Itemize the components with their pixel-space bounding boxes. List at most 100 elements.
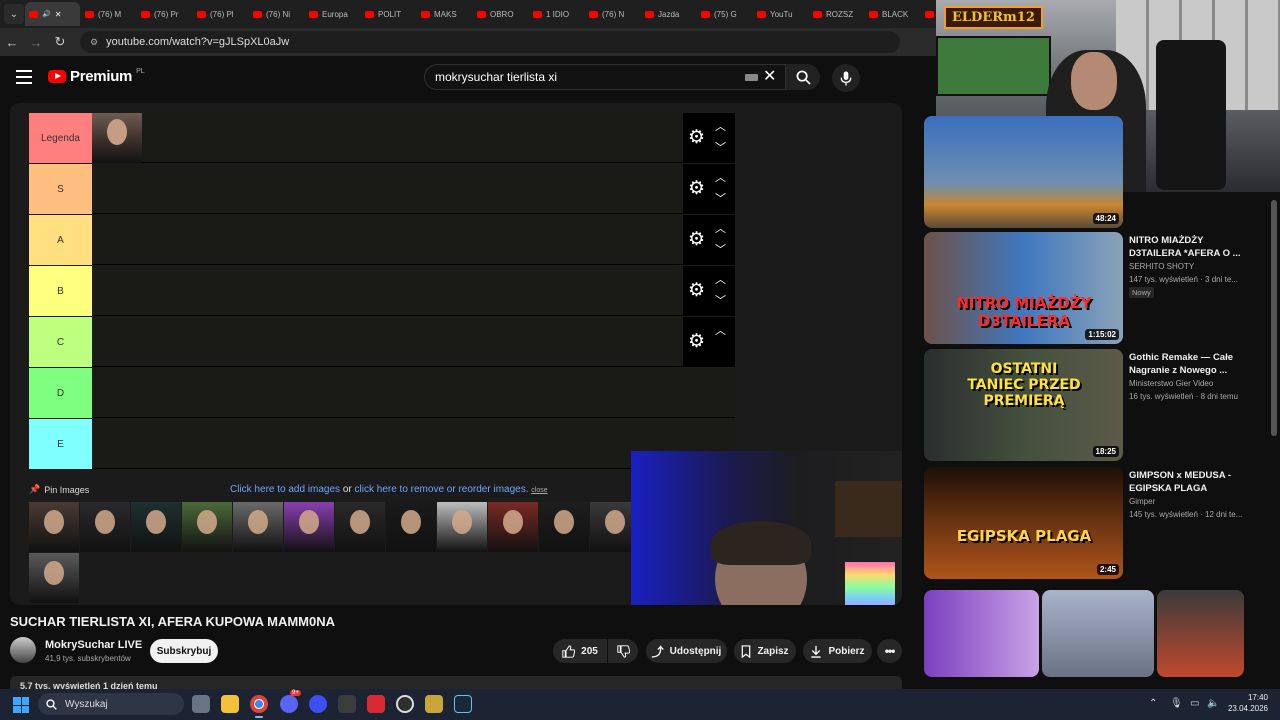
browser-tab[interactable]: YouTu [753, 2, 808, 26]
recommendation-item[interactable]: 48:24 [924, 116, 1264, 228]
tier-label[interactable]: A [29, 215, 92, 265]
task-view-icon[interactable] [192, 695, 210, 713]
short-thumb[interactable] [924, 590, 1039, 677]
video-player[interactable]: Legenda ⚙ ︿ ﹀ S ⚙ ︿ ﹀ A ⚙ ︿ ﹀ B ⚙ ︿ ﹀ C ⚙ ︿ D E 📌 Pin Images… [10, 103, 902, 605]
tray-mic-icon[interactable]: 🎙 [1170, 698, 1183, 709]
taskbar-search[interactable]: Wyszukaj [38, 693, 184, 715]
pin-images-label[interactable]: 📌 Pin Images [29, 484, 89, 495]
tier-label[interactable]: Legenda [29, 113, 92, 163]
tier-label[interactable]: S [29, 164, 92, 214]
settings-gear-icon[interactable]: ⚙ [688, 128, 705, 147]
menu-icon[interactable] [16, 70, 32, 88]
short-thumb[interactable] [1157, 590, 1244, 677]
tier-label[interactable]: E [29, 419, 92, 469]
app-red-icon[interactable] [367, 695, 385, 713]
browser-tab[interactable]: (76) M [81, 2, 136, 26]
recommendation-item[interactable]: NITRO MIAŻDŻY D3TAILERA 1:15:02 NITRO MIAŻ… [924, 232, 1264, 344]
system-clock[interactable]: 17:40 23.04.2026 [1224, 692, 1268, 714]
browser-tab[interactable]: (75) G [697, 2, 752, 26]
tier-item-portrait[interactable] [92, 113, 142, 163]
dislike-button[interactable] [608, 639, 638, 663]
browser-tab[interactable]: ROZSZ [809, 2, 864, 26]
move-down-icon[interactable]: ﹀ [715, 139, 726, 155]
app-yellow-icon[interactable] [425, 695, 443, 713]
close-link[interactable]: close [531, 487, 547, 494]
move-down-icon[interactable]: ﹀ [715, 190, 726, 206]
recommendation-channel[interactable]: Gimper [1129, 497, 1155, 506]
description-box[interactable]: 5,7 tys. wyświetleń 1 dzień temu [10, 676, 902, 690]
share-button[interactable]: ⤴ Udostępnij [646, 639, 727, 663]
keyboard-icon[interactable] [745, 74, 758, 81]
browser-tab[interactable]: Europa [305, 2, 360, 26]
recommendation-title[interactable]: GIMPSON x MEDUSA - EGIPSKA PLAGA [1129, 469, 1249, 495]
tier-label[interactable]: B [29, 266, 92, 316]
settings-gear-icon[interactable]: ⚙ [688, 281, 705, 300]
more-actions-button[interactable]: ••• [877, 639, 902, 663]
save-button[interactable]: Zapisz [734, 639, 796, 663]
steam-icon[interactable] [454, 695, 472, 713]
browser-tab[interactable]: MAKS [417, 2, 472, 26]
search-input[interactable]: mokrysuchar tierlista xi [424, 64, 786, 90]
obs-icon[interactable] [396, 695, 414, 713]
short-thumb[interactable] [1042, 590, 1154, 677]
pool-image[interactable] [488, 502, 538, 552]
add-images-link[interactable]: Click here to add images [230, 484, 340, 495]
browser-tab[interactable]: Jazda [641, 2, 696, 26]
settings-gear-icon[interactable]: ⚙ [688, 179, 705, 198]
pool-image[interactable] [29, 502, 79, 552]
xbox-icon[interactable] [338, 695, 356, 713]
video-thumbnail[interactable]: OSTATNI TANIEC PRZED PREMIERĄ 18:25 [924, 349, 1123, 461]
pool-image[interactable] [80, 502, 130, 552]
voice-search-button[interactable] [832, 64, 860, 92]
browser-tab[interactable]: (76) N [585, 2, 640, 26]
tab-close-icon[interactable]: ✕ [55, 10, 62, 19]
tab-search-button[interactable]: ⌄ [4, 4, 24, 24]
tier-label[interactable]: C [29, 317, 92, 367]
download-button[interactable]: Pobierz [803, 639, 872, 663]
discord-icon[interactable]: 9+ [280, 690, 301, 713]
windows-start-icon[interactable] [13, 697, 29, 713]
pool-image[interactable] [182, 502, 232, 552]
forward-arrow-icon[interactable]: → [24, 35, 48, 50]
settings-gear-icon[interactable]: ⚙ [688, 332, 705, 351]
recommendation-title[interactable]: NITRO MIAŻDŻY D3TAILERA *AFERA O ... [1129, 234, 1249, 260]
sidebar-scrollbar[interactable] [1271, 200, 1277, 436]
pool-image[interactable] [284, 502, 334, 552]
pool-image[interactable] [386, 502, 436, 552]
remove-images-link[interactable]: click here to remove or reorder images. [355, 484, 529, 495]
ea-app-icon[interactable] [309, 695, 327, 713]
move-down-icon[interactable]: ﹀ [715, 292, 726, 308]
browser-tab[interactable]: BLACK [865, 2, 920, 26]
recommendation-channel[interactable]: Ministerstwo Gier Video [1129, 379, 1213, 388]
pool-image[interactable] [539, 502, 589, 552]
browser-tab[interactable]: (76) Ni [249, 2, 304, 26]
file-explorer-icon[interactable] [221, 695, 239, 713]
settings-gear-icon[interactable]: ⚙ [688, 230, 705, 249]
youtube-premium-logo[interactable]: Premium PL [48, 68, 145, 85]
tray-speaker-icon[interactable]: 🔈 [1207, 698, 1219, 709]
pool-image[interactable] [131, 502, 181, 552]
site-info-icon[interactable]: ⚙ [90, 37, 98, 48]
pool-image[interactable] [29, 553, 79, 603]
video-thumbnail[interactable]: NITRO MIAŻDŻY D3TAILERA 1:15:02 [924, 232, 1123, 344]
tray-chevron-icon[interactable]: ⌃ [1149, 698, 1157, 709]
video-thumbnail[interactable]: 48:24 [924, 116, 1123, 228]
pool-image[interactable] [335, 502, 385, 552]
browser-tab[interactable]: (76) Pl [193, 2, 248, 26]
url-field[interactable]: ⚙ youtube.com/watch?v=gJLSpXL0aJw [80, 31, 900, 53]
browser-tab[interactable]: 🔊 ✕ [25, 2, 80, 26]
reload-icon[interactable]: ↻ [48, 34, 72, 50]
video-thumbnail[interactable]: EGIPSKA PLAGA 2:45 [924, 467, 1123, 579]
move-up-icon[interactable]: ︿ [715, 169, 726, 185]
subscribe-button[interactable]: Subskrybuj [150, 639, 218, 663]
browser-tab[interactable]: POLIT [361, 2, 416, 26]
tier-label[interactable]: D [29, 368, 92, 418]
channel-name[interactable]: MokrySuchar LIVE [45, 639, 142, 651]
move-up-icon[interactable]: ︿ [715, 271, 726, 287]
clear-search-icon[interactable]: ✕ [763, 66, 776, 86]
move-up-icon[interactable]: ︿ [715, 118, 726, 134]
channel-avatar[interactable] [10, 637, 36, 663]
pool-image[interactable] [233, 502, 283, 552]
recommendation-title[interactable]: Gothic Remake — Całe Nagranie z Nowego .… [1129, 351, 1249, 377]
browser-tab[interactable]: OBRO [473, 2, 528, 26]
